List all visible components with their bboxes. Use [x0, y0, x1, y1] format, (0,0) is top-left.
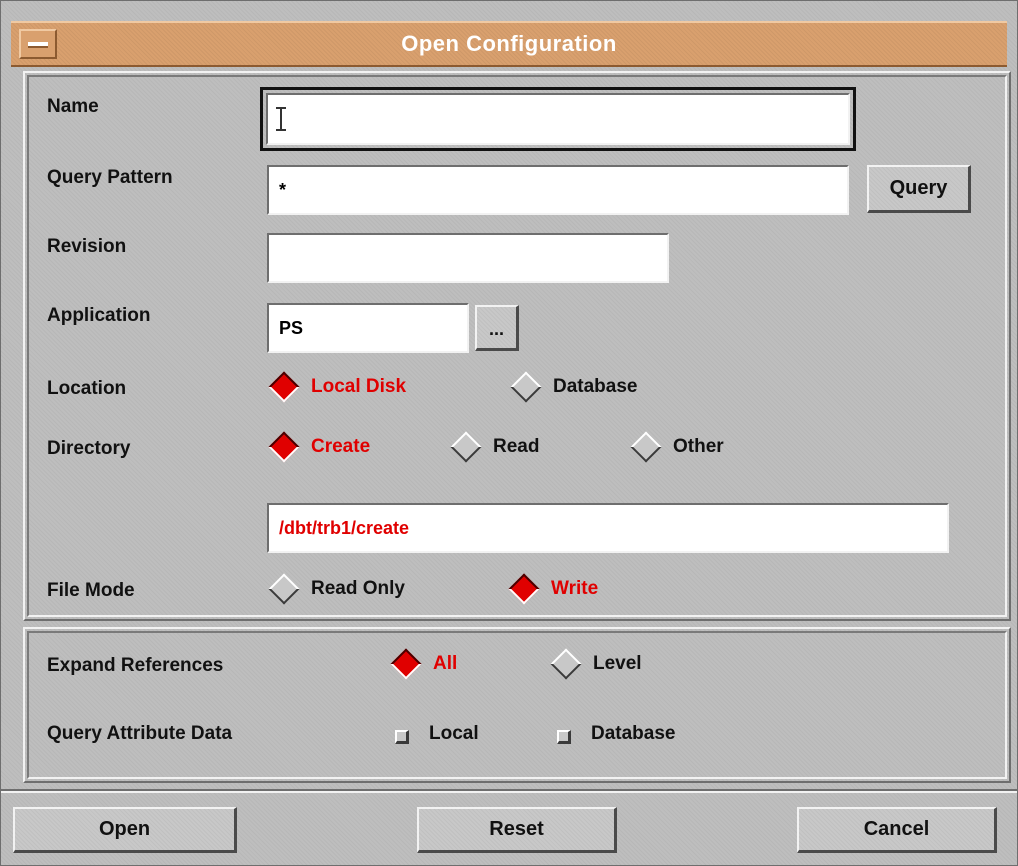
- radio-selected-icon: [268, 431, 300, 463]
- application-browse-button[interactable]: ...: [475, 305, 519, 351]
- location-database-radio[interactable]: Database: [509, 371, 638, 403]
- checkbox-icon: [395, 730, 409, 744]
- file-mode-read-only-radio[interactable]: Read Only: [267, 573, 405, 605]
- radio-selected-icon: [268, 371, 300, 403]
- radio-unselected-icon: [450, 431, 482, 463]
- directory-label: Directory: [47, 438, 131, 459]
- directory-read-radio[interactable]: Read: [449, 431, 539, 463]
- reset-button[interactable]: Reset: [417, 807, 617, 853]
- checkbox-icon: [557, 730, 571, 744]
- name-label: Name: [47, 96, 99, 117]
- file-mode-write-radio[interactable]: Write: [507, 573, 598, 605]
- query-pattern-input[interactable]: *: [267, 165, 849, 215]
- name-input[interactable]: [260, 87, 856, 151]
- radio-unselected-icon: [550, 648, 582, 680]
- revision-input[interactable]: [267, 233, 669, 283]
- title-bar[interactable]: Open Configuration: [11, 21, 1007, 67]
- query-button[interactable]: Query: [867, 165, 971, 213]
- directory-path-input[interactable]: /dbt/trb1/create: [267, 503, 949, 553]
- directory-create-radio[interactable]: Create: [267, 431, 370, 463]
- window-title: Open Configuration: [401, 31, 617, 56]
- expand-references-label: Expand References: [47, 655, 224, 676]
- text-cursor-icon: [276, 107, 286, 131]
- revision-label: Revision: [47, 236, 127, 257]
- location-local-disk-radio[interactable]: Local Disk: [267, 371, 406, 403]
- application-input[interactable]: PS: [267, 303, 469, 353]
- application-label: Application: [47, 305, 151, 326]
- expand-all-radio[interactable]: All: [389, 648, 457, 680]
- radio-unselected-icon: [630, 431, 662, 463]
- query-pattern-label: Query Pattern: [47, 167, 173, 188]
- query-attribute-data-label: Query Attribute Data: [47, 723, 233, 744]
- radio-unselected-icon: [510, 371, 542, 403]
- open-configuration-dialog: Open Configuration Name Query Pattern * …: [0, 0, 1018, 866]
- query-attr-local-checkbox[interactable]: Local: [395, 723, 479, 745]
- file-mode-label: File Mode: [47, 580, 135, 601]
- cancel-button[interactable]: Cancel: [797, 807, 997, 853]
- query-attr-database-checkbox[interactable]: Database: [557, 723, 676, 745]
- button-row-separator: [1, 789, 1017, 793]
- expand-level-radio[interactable]: Level: [549, 648, 642, 680]
- references-panel: [23, 627, 1011, 783]
- radio-unselected-icon: [268, 573, 300, 605]
- radio-selected-icon: [390, 648, 422, 680]
- radio-selected-icon: [508, 573, 540, 605]
- open-button[interactable]: Open: [13, 807, 237, 853]
- references-panel-inner: [27, 631, 1007, 779]
- location-label: Location: [47, 378, 127, 399]
- directory-other-radio[interactable]: Other: [629, 431, 724, 463]
